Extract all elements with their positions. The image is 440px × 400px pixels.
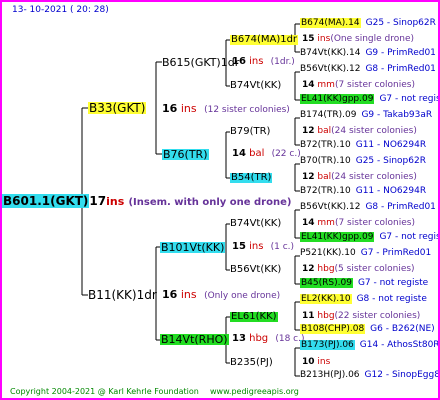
gen5-node-code: G25 - Sinop62R [365,18,436,28]
node-g4-7-info: 10 ins [302,357,331,367]
node-b33[interactable]: B33(GKT) [88,102,147,114]
gen5-node[interactable]: EL41(KK)gpp.09 G7 - not registe [300,232,440,242]
node-g4-1[interactable]: B74Vt(KK) [230,81,281,91]
gen5-node-code: G11 - NO6294R [355,186,427,196]
gen5-node[interactable]: B45(RS).09 G7 - not registe [300,278,429,288]
gen5-node-code: G7 - not registe [379,94,440,104]
gen5-node-id: EL41(KK)gpp.09 [300,94,375,104]
node-b101[interactable]: B101Vt(KK) [160,242,226,253]
gen5-node-id: B45(RS).09 [300,278,353,288]
node-g4-7[interactable]: B235(PJ) [230,358,273,368]
gen5-node[interactable]: B72(TR).10 G11 - NO6294R [300,187,426,196]
footer-copyright: Copyright 2004-2021 @ Karl Kehrle Founda… [10,387,199,396]
gen5-node[interactable]: P521(KK).10 G7 - PrimRed01 [300,249,431,258]
gen5-node-id: B56Vt(KK).12 [300,64,361,74]
root-ins-label: ins [106,195,125,208]
gen5-node-id: B72(TR).10 [300,186,351,196]
gen5-node-code: G9 - Takab93aR [361,110,433,120]
root-id: B601.1(GKT) [2,194,90,208]
gen5-node-id: B70(TR).10 [300,156,351,166]
node-g4-2[interactable]: B79(TR) [230,127,270,137]
node-g4-1-info: 14 mm(7 sister colonies) [302,80,415,90]
node-b615-info: 16 ins (1dr.) [232,56,295,67]
gen5-node[interactable]: B56Vt(KK).12 G8 - PrimRed01 [300,65,436,74]
node-g4-6-info: 11 hbg(22 sister colonies) [302,311,421,321]
gen5-node-id: B74Vt(KK).14 [300,48,361,58]
header-date: 13- 10-2021 ( 20: 28) [12,5,109,15]
node-g4-3[interactable]: B54(TR) [230,173,273,183]
gen5-node-id: EL41(KK)gpp.09 [300,232,375,242]
gen5-node[interactable]: B56Vt(KK).12 G8 - PrimRed01 [300,203,436,212]
gen5-node-id: B674(MA).14 [300,18,361,28]
gen5-node-code: G11 - NO6294R [355,140,427,150]
gen5-node[interactable]: B74Vt(KK).14 G9 - PrimRed01 [300,49,436,58]
node-g4-6[interactable]: EL61(KK) [230,312,278,322]
gen5-node-code: G14 - AthosSt80R [359,340,440,350]
node-b14-info: 13 hbg (18 c.) [232,333,305,344]
node-b615[interactable]: B615(GKT)1dr [162,57,239,68]
node-b76[interactable]: B76(TR) [162,149,209,160]
node-b14[interactable]: B14Vt(RHO) [160,334,229,345]
root-note: (Insem. with only one drone) [128,197,292,208]
gen5-node-id: B213H(PJ).06 [300,370,360,380]
gen5-node[interactable]: B72(TR).10 G11 - NO6294R [300,141,426,150]
gen5-node-code: G8 - PrimRed01 [365,202,436,212]
gen5-node-id: B174(TR).09 [300,110,357,120]
gen5-node-code: G8 - not registe [356,294,427,304]
node-b76-info: 14 bal (22 c.) [232,148,301,159]
pedigree-frame: 13- 10-2021 ( 20: 28) B601.1(GKT)17ins (… [0,0,440,400]
node-g4-5[interactable]: B56Vt(KK) [230,265,281,275]
gen5-node[interactable]: B674(MA).14 G25 - Sinop62R [300,18,436,28]
node-g4-3-info: 12 bal(24 sister colonies) [302,172,417,182]
gen5-node-code: G12 - SinopEgg86R [364,370,440,380]
root-node[interactable]: B601.1(GKT)17ins (Insem. with only one d… [2,194,292,208]
node-g4-0-info: 15 ins(One single drone) [302,34,414,44]
gen5-node-code: G25 - Sinop62R [355,156,426,166]
node-g4-4[interactable]: B74Vt(KK) [230,219,281,229]
gen5-node-id: P521(KK).10 [300,248,356,258]
node-g4-4-info: 14 mm(7 sister colonies) [302,218,415,228]
gen5-node[interactable]: B213H(PJ).06 G12 - SinopEgg86R [300,370,440,380]
gen5-node-code: G6 - B262(NE) [370,324,435,334]
gen5-node-code: G8 - PrimRed01 [365,64,436,74]
root-ins-count: 17 [89,194,107,208]
gen5-node-id: B173(PJ).06 [300,340,355,350]
node-b33-info: 16 ins (12 sister colonies) [162,102,290,115]
gen5-node[interactable]: B108(CHP).08 G6 - B262(NE) [300,324,435,334]
gen5-node[interactable]: B174(TR).09 G9 - Takab93aR [300,111,432,120]
gen5-node-id: B72(TR).10 [300,140,351,150]
gen5-node-id: B108(CHP).08 [300,324,366,334]
gen5-node-code: G7 - PrimRed01 [360,248,432,258]
gen5-node-id: B56Vt(KK).12 [300,202,361,212]
gen5-node-code: G7 - not registe [357,278,429,288]
gen5-node-code: G9 - PrimRed01 [365,48,436,58]
gen5-node[interactable]: EL41(KK)gpp.09 G7 - not registe [300,94,440,104]
node-g4-2-info: 12 bal(24 sister colonies) [302,126,417,136]
node-b11[interactable]: B11(KK)1dr [88,289,157,301]
gen5-node[interactable]: EL2(KK).10 G8 - not registe [300,294,427,304]
gen5-node-code: G7 - not registe [379,232,440,242]
gen5-node[interactable]: B70(TR).10 G25 - Sinop62R [300,157,426,166]
node-b101-info: 15 ins (1 c.) [232,241,295,252]
gen5-node[interactable]: B173(PJ).06 G14 - AthosSt80R [300,340,440,350]
footer-url[interactable]: www.pedigreeapis.org [210,388,299,396]
node-g4-5-info: 12 hbg(5 sister colonies) [302,264,415,274]
node-b11-info: 16 ins (Only one drone) [162,288,281,301]
gen5-node-id: EL2(KK).10 [300,294,352,304]
node-g4-0[interactable]: B674(MA)1dr [230,35,299,45]
